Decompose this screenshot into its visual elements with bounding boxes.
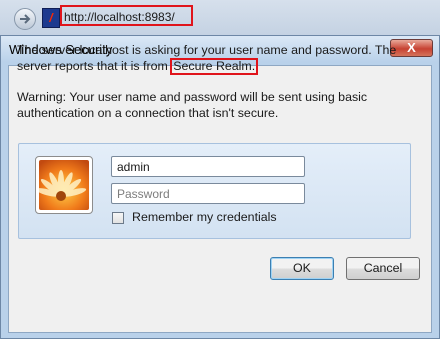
username-field[interactable]	[111, 156, 305, 177]
site-favicon-icon: /	[42, 8, 60, 28]
back-button[interactable]	[14, 8, 36, 30]
realm-name: Secure Realm.	[170, 58, 259, 75]
credentials-panel: Remember my credentials	[18, 143, 411, 239]
password-field[interactable]	[111, 183, 305, 204]
flower-avatar-icon	[39, 160, 89, 210]
address-url[interactable]: http://localhost:8983/	[62, 8, 177, 26]
auth-message: The server localhost is asking for your …	[17, 42, 427, 75]
security-warning: Warning: Your user name and password wil…	[17, 90, 368, 120]
cancel-button[interactable]: Cancel	[346, 257, 420, 280]
user-avatar	[35, 156, 93, 214]
arrow-right-icon	[20, 14, 31, 24]
browser-address-bar: / http://localhost:8983/	[0, 0, 440, 39]
remember-credentials-label[interactable]: Remember my credentials	[132, 210, 277, 224]
ok-button[interactable]: OK	[270, 257, 334, 280]
remember-credentials-checkbox[interactable]	[112, 212, 124, 224]
